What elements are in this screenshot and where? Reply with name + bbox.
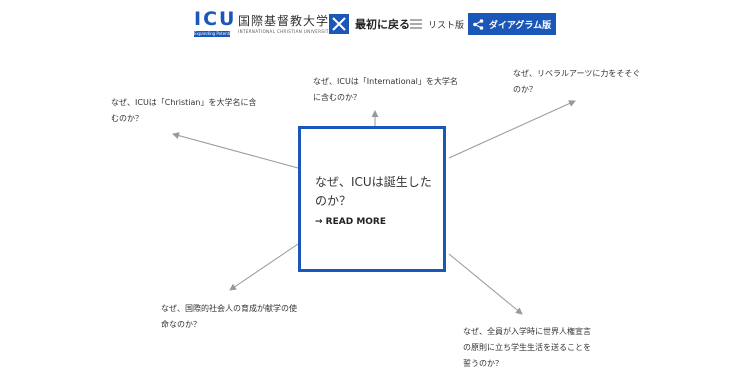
center-question-title: なぜ、ICUは誕生したのか？ (315, 175, 432, 208)
question-christian[interactable]: なぜ、ICUは「Christian」を大学名に含むのか？ (111, 95, 261, 127)
connector-society (229, 243, 299, 291)
read-more-link[interactable]: → READ MORE (315, 217, 386, 227)
connector-liberal (448, 100, 576, 159)
question-international[interactable]: なぜ、ICUは「International」を大学名に含むのか？ (313, 74, 463, 106)
connector-christian (172, 132, 299, 169)
connector-oath (448, 253, 523, 315)
question-human-rights-oath[interactable]: なぜ、全員が入学時に世界人権宣言の原則に立ち学生生活を送ることを誓うのか？ (463, 324, 593, 372)
question-liberal-arts[interactable]: なぜ、リベラルアーツに力をそそぐのか？ (513, 66, 643, 98)
center-question-card[interactable]: なぜ、ICUは誕生したのか？ → READ MORE (298, 126, 446, 272)
question-global-citizen[interactable]: なぜ、国際的社会人の育成が献学の使命なのか？ (161, 301, 301, 333)
